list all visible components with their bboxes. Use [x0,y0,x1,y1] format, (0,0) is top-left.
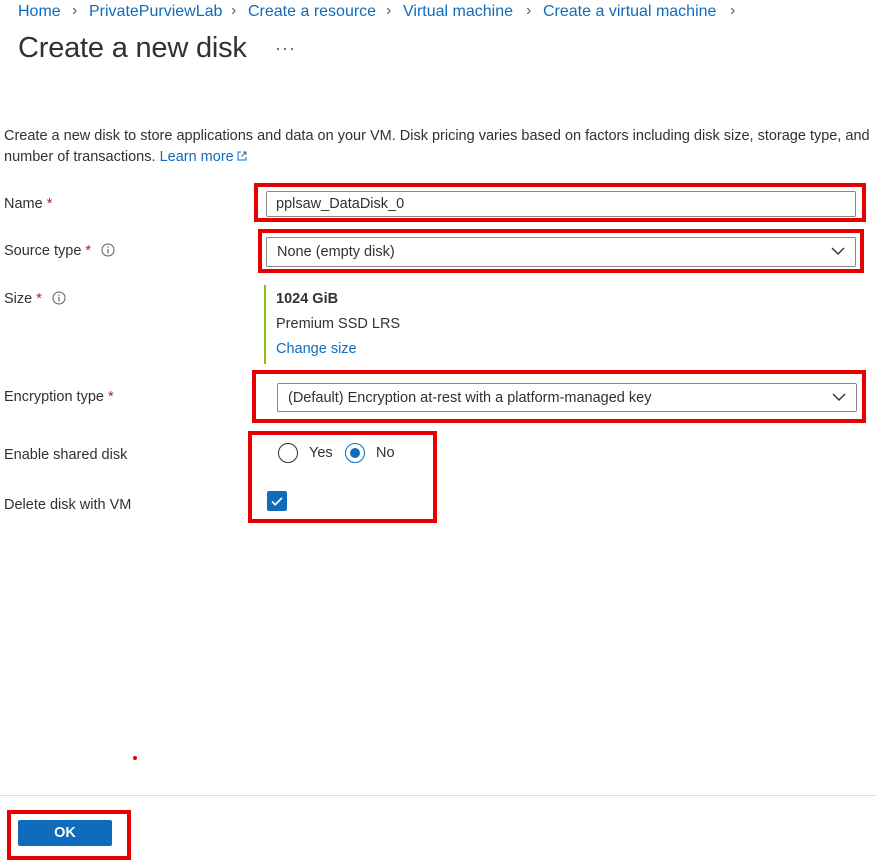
description-text: Create a new disk to store applications … [4,128,870,165]
required-marker: * [107,389,114,405]
source-type-value: None (empty disk) [277,244,395,260]
change-size-link[interactable]: Change size [276,341,357,357]
size-label-text: Size [4,291,33,307]
info-icon[interactable] [52,291,66,305]
shared-disk-yes-label: Yes [309,445,333,461]
source-type-dropdown[interactable]: None (empty disk) [266,237,856,267]
info-icon[interactable] [101,243,115,257]
breadcrumb-create-a-resource[interactable]: Create a resource [248,3,376,21]
breadcrumb-private-purview-lab[interactable]: PrivatePurviewLab [89,3,222,21]
name-label-text: Name [4,196,43,212]
size-label: Size * [4,291,66,307]
ok-button[interactable]: OK [18,820,112,846]
shared-disk-yes-radio[interactable] [278,443,298,463]
shared-disk-no-label: No [376,445,395,461]
encryption-type-label: Encryption type * [4,389,114,405]
shared-disk-no-radio[interactable] [345,443,365,463]
learn-more-link[interactable]: Learn more [160,149,247,165]
required-marker: * [85,243,92,259]
footer-divider [0,795,876,796]
name-label: Name * [4,196,52,212]
source-type-label-text: Source type [4,243,82,259]
encryption-type-dropdown[interactable]: (Default) Encryption at-rest with a plat… [277,383,857,412]
breadcrumb-home[interactable]: Home [18,3,61,21]
source-type-label: Source type * [4,243,115,259]
external-link-icon [237,151,247,161]
delete-with-vm-checkbox[interactable] [267,491,287,511]
required-marker: * [36,291,42,307]
chevron-right-icon: › [526,2,532,19]
shared-disk-label: Enable shared disk [4,447,128,463]
chevron-right-icon: › [730,2,736,19]
checkmark-icon [271,497,283,506]
chevron-right-icon: › [72,2,78,19]
more-options-button[interactable]: ··· [275,38,296,59]
size-value: 1024 GiB [276,291,339,307]
chevron-down-icon [832,393,846,401]
name-input[interactable]: pplsaw_DataDisk_0 [266,191,856,217]
size-accent-bar [264,285,266,364]
encryption-type-label-text: Encryption type [4,389,104,405]
learn-more-label: Learn more [159,149,234,165]
description: Create a new disk to store applications … [4,126,870,168]
page-title: Create a new disk [18,32,247,64]
breadcrumb-virtual-machine[interactable]: Virtual machine [403,3,513,21]
delete-with-vm-label: Delete disk with VM [4,497,132,513]
breadcrumb-create-a-virtual-machine[interactable]: Create a virtual machine [543,3,716,21]
annotation-dot [133,756,137,760]
chevron-right-icon: › [386,2,392,19]
required-marker: * [46,196,53,212]
encryption-type-value: (Default) Encryption at-rest with a plat… [288,390,652,406]
chevron-down-icon [831,247,845,255]
chevron-right-icon: › [231,2,237,19]
size-sku: Premium SSD LRS [276,316,401,332]
